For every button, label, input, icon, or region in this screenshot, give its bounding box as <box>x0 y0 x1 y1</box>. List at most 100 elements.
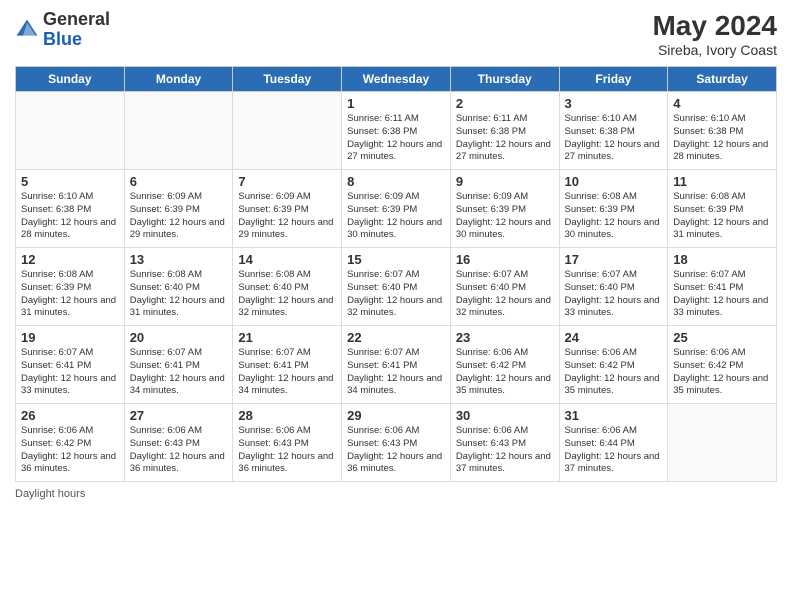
daylight-text: Daylight: 12 hours and 33 minutes. <box>673 295 768 319</box>
daylight-text: Daylight: 12 hours and 32 minutes. <box>347 295 442 319</box>
calendar-body: 1Sunrise: 6:11 AMSunset: 6:38 PMDaylight… <box>16 92 777 482</box>
sunset-text: Sunset: 6:40 PM <box>130 282 200 293</box>
sunset-text: Sunset: 6:43 PM <box>456 438 526 449</box>
cell-details: Sunrise: 6:06 AMSunset: 6:42 PMDaylight:… <box>565 347 663 398</box>
day-number: 11 <box>673 174 771 189</box>
logo-general: General <box>43 9 110 29</box>
calendar-week-row: 5Sunrise: 6:10 AMSunset: 6:38 PMDaylight… <box>16 170 777 248</box>
table-row: 1Sunrise: 6:11 AMSunset: 6:38 PMDaylight… <box>342 92 451 170</box>
sunrise-text: Sunrise: 6:11 AM <box>456 113 528 124</box>
sunset-text: Sunset: 6:42 PM <box>565 360 635 371</box>
cell-details: Sunrise: 6:10 AMSunset: 6:38 PMDaylight:… <box>673 113 771 164</box>
col-saturday: Saturday <box>668 67 777 92</box>
table-row: 20Sunrise: 6:07 AMSunset: 6:41 PMDayligh… <box>124 326 233 404</box>
day-number: 14 <box>238 252 336 267</box>
sunrise-text: Sunrise: 6:06 AM <box>456 347 528 358</box>
cell-details: Sunrise: 6:07 AM Sunset: 6:41 PM Daylight:… <box>130 347 228 398</box>
table-row: 6Sunrise: 6:09 AMSunset: 6:39 PMDaylight… <box>124 170 233 248</box>
sunset-text: Sunset: 6:42 PM <box>456 360 526 371</box>
daylight-text: Daylight: 12 hours and 35 minutes. <box>673 373 768 397</box>
cell-details: Sunrise: 6:08 AM Sunset: 6:39 PM Daylight:… <box>565 191 663 242</box>
cell-details: Sunrise: 6:07 AMSunset: 6:40 PMDaylight:… <box>347 269 445 320</box>
day-number: 13 <box>130 252 228 267</box>
daylight-text: Daylight: 12 hours and 28 minutes. <box>21 217 116 241</box>
day-number: 23 <box>456 330 554 345</box>
sunrise-text: Sunrise: 6:07 AM <box>21 347 93 358</box>
daylight-text: Daylight: 12 hours and 31 minutes. <box>21 295 116 319</box>
daylight-text: Daylight: 12 hours and 31 minutes. <box>130 295 225 319</box>
daylight-text: Daylight: 12 hours and 36 minutes. <box>21 451 116 475</box>
cell-details: Sunrise: 6:09 AMSunset: 6:39 PMDaylight:… <box>130 191 228 242</box>
sunset-text: Sunset: 6:38 PM <box>21 204 91 215</box>
daylight-text: Daylight: 12 hours and 31 minutes. <box>673 217 768 241</box>
daylight-text: Daylight: 12 hours and 30 minutes. <box>347 217 442 241</box>
sunrise-text: Sunrise: 6:10 AM <box>565 113 637 124</box>
day-number: 18 <box>673 252 771 267</box>
calendar-week-row: 19Sunrise: 6:07 AMSunset: 6:41 PMDayligh… <box>16 326 777 404</box>
table-row <box>668 404 777 482</box>
table-row: 5Sunrise: 6:10 AMSunset: 6:38 PMDaylight… <box>16 170 125 248</box>
sunrise-text: Sunrise: 6:07 AM <box>456 269 528 280</box>
day-number: 8 <box>347 174 445 189</box>
col-wednesday: Wednesday <box>342 67 451 92</box>
daylight-text: Daylight: 12 hours and 33 minutes. <box>565 295 660 319</box>
calendar-week-row: 26 Sunrise: 6:06 AMSunset: 6:42 PMDayligh… <box>16 404 777 482</box>
day-number: 26 <box>21 408 119 423</box>
logo-icon <box>15 18 39 42</box>
sunset-text: Sunset: 6:41 PM <box>673 282 743 293</box>
day-number: 16 <box>456 252 554 267</box>
sunrise-text: Sunrise: 6:06 AM <box>238 425 310 436</box>
table-row: 4 Sunrise: 6:10 AMSunset: 6:38 PMDaylight… <box>668 92 777 170</box>
table-row: 26 Sunrise: 6:06 AMSunset: 6:42 PMDayligh… <box>16 404 125 482</box>
cell-details: Sunrise: 6:07 AMSunset: 6:41 PMDaylight:… <box>347 347 445 398</box>
sunset-text: Sunset: 6:41 PM <box>130 360 200 371</box>
day-number: 24 <box>565 330 663 345</box>
daylight-text: Daylight: 12 hours and 30 minutes. <box>456 217 551 241</box>
sunrise-text: Sunrise: 6:11 AM <box>347 113 419 124</box>
table-row: 21Sunrise: 6:07 AMSunset: 6:41 PMDayligh… <box>233 326 342 404</box>
cell-details: Sunrise: 6:08 AMSunset: 6:39 PMDaylight:… <box>673 191 771 242</box>
day-number: 30 <box>456 408 554 423</box>
table-row: 25Sunrise: 6:06 AMSunset: 6:42 PMDayligh… <box>668 326 777 404</box>
sunrise-text: Sunrise: 6:09 AM <box>456 191 528 202</box>
table-row: 13 Sunrise: 6:08 AMSunset: 6:40 PMDayligh… <box>124 248 233 326</box>
sunset-text: Sunset: 6:43 PM <box>130 438 200 449</box>
daylight-text: Daylight: 12 hours and 27 minutes. <box>456 139 551 163</box>
sunrise-text: Sunrise: 6:07 AM <box>130 347 202 358</box>
header: General Blue May 2024 Sireba, Ivory Coas… <box>15 10 777 58</box>
cell-details: Sunrise: 6:06 AMSunset: 6:42 PMDaylight:… <box>21 425 119 476</box>
daylight-text: Daylight: 12 hours and 34 minutes. <box>130 373 225 397</box>
daylight-text: Daylight: 12 hours and 30 minutes. <box>565 217 660 241</box>
daylight-text: Daylight: 12 hours and 28 minutes. <box>673 139 768 163</box>
sunrise-text: Sunrise: 6:09 AM <box>238 191 310 202</box>
calendar-header-row: Sunday Monday Tuesday Wednesday Thursday… <box>16 67 777 92</box>
sunrise-text: Sunrise: 6:08 AM <box>565 191 637 202</box>
daylight-text: Daylight: 12 hours and 36 minutes. <box>347 451 442 475</box>
daylight-text: Daylight: 12 hours and 34 minutes. <box>347 373 442 397</box>
day-number: 15 <box>347 252 445 267</box>
sunset-text: Sunset: 6:39 PM <box>456 204 526 215</box>
sunset-text: Sunset: 6:41 PM <box>347 360 417 371</box>
calendar-week-row: 1Sunrise: 6:11 AMSunset: 6:38 PMDaylight… <box>16 92 777 170</box>
cell-details: Sunrise: 6:06 AMSunset: 6:43 PMDaylight:… <box>130 425 228 476</box>
cell-details: Sunrise: 6:08 AMSunset: 6:40 PMDaylight:… <box>130 269 228 320</box>
day-number: 4 <box>673 96 771 111</box>
sunset-text: Sunset: 6:41 PM <box>238 360 308 371</box>
table-row: 15 Sunrise: 6:07 AMSunset: 6:40 PMDayligh… <box>342 248 451 326</box>
sunset-text: Sunset: 6:39 PM <box>565 204 635 215</box>
sunset-text: Sunset: 6:41 PM <box>21 360 91 371</box>
col-tuesday: Tuesday <box>233 67 342 92</box>
sunset-text: Sunset: 6:40 PM <box>456 282 526 293</box>
sunset-text: Sunset: 6:38 PM <box>347 126 417 137</box>
logo-text: General Blue <box>43 10 110 50</box>
table-row: 30Sunrise: 6:06 AMSunset: 6:43 PMDayligh… <box>450 404 559 482</box>
sunrise-text: Sunrise: 6:06 AM <box>565 425 637 436</box>
day-number: 31 <box>565 408 663 423</box>
daylight-text: Daylight: 12 hours and 37 minutes. <box>456 451 551 475</box>
sunset-text: Sunset: 6:39 PM <box>130 204 200 215</box>
daylight-text: Daylight: 12 hours and 32 minutes. <box>456 295 551 319</box>
sunrise-text: Sunrise: 6:06 AM <box>673 347 745 358</box>
day-number: 25 <box>673 330 771 345</box>
daylight-text: Daylight: 12 hours and 32 minutes. <box>238 295 333 319</box>
sunrise-text: Sunrise: 6:07 AM <box>238 347 310 358</box>
